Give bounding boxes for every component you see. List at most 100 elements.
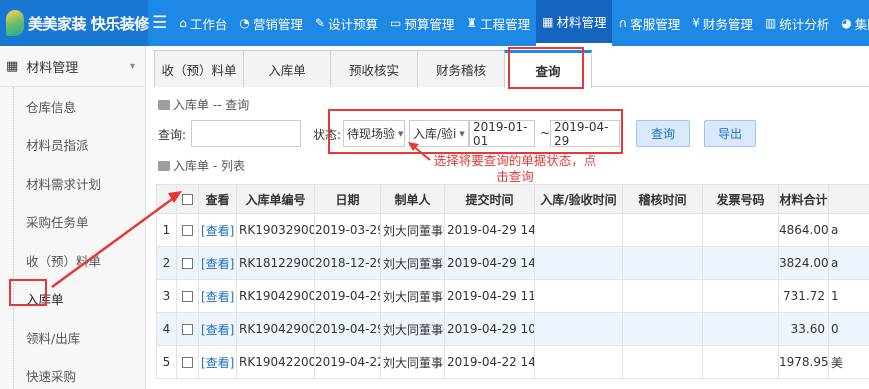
tab-2[interactable]: 入库单 (243, 50, 331, 87)
nav-item-label: 工作台 (189, 16, 228, 32)
table-row: 3 [查看]RK19042900032019-04-29刘大同董事长2019-04… (156, 279, 869, 313)
row-checkbox-cell (176, 246, 199, 280)
sidebar-menu: 仓库信息 材料员指派 材料需求计划 采购任务单 收（预）料单 入库单 领料/出库 快速采购 (0, 87, 145, 389)
view-cell: [查看] (198, 312, 237, 346)
row-checkbox[interactable] (182, 324, 193, 335)
nav-item-label: 营销管理 (252, 16, 303, 32)
maker: 刘大同董事长 (380, 279, 445, 313)
view-cell: [查看] (198, 213, 237, 247)
nav-item-label: 材料管理 (556, 15, 607, 30)
nav-item-4[interactable]: ▭ 预算管理 (384, 0, 460, 46)
column-header-12 (828, 184, 869, 214)
view-cell: [查看] (198, 246, 237, 280)
nav-item-label: 工程管理 (480, 16, 531, 32)
nav-item-8[interactable]: ¥ 财务管理 (686, 0, 759, 46)
sidebar-item-1[interactable]: 仓库信息 (0, 87, 145, 126)
view-link[interactable]: [查看] (201, 224, 234, 238)
table-row: 2 [查看]RK18122900022018-12-29刘大同董事长2019-04… (156, 246, 869, 280)
nav-item-3[interactable]: ✎ 设计预算 (309, 0, 384, 46)
row-checkbox[interactable] (182, 357, 193, 368)
sidebar-item-5[interactable]: 收（预）料单 (0, 241, 145, 280)
bar-chart-icon: ▥ (764, 16, 777, 30)
view-link[interactable]: [查看] (201, 356, 234, 370)
row-checkbox-cell (176, 345, 199, 379)
nav-item-label: 设计预算 (327, 16, 378, 32)
sidebar-item-8[interactable]: 快速采购 (0, 357, 145, 389)
headset-icon: ∩ (618, 16, 628, 30)
column-header-2[interactable] (176, 184, 199, 214)
engineering-icon: ♜ (466, 16, 478, 30)
highlight-box-tab (508, 47, 584, 89)
row-checkbox[interactable] (182, 291, 193, 302)
section-icon (158, 99, 170, 110)
nav-item-label: 客服管理 (630, 16, 681, 32)
view-link[interactable]: [查看] (201, 257, 234, 271)
receive-time (534, 279, 623, 313)
query-label: 查询: (158, 128, 187, 142)
nav-item-7[interactable]: ∩ 客服管理 (612, 0, 686, 46)
row-checkbox-cell (176, 312, 199, 346)
submit-time: 2019-04-29 10:58 (444, 312, 535, 346)
row-checkbox[interactable] (182, 225, 193, 236)
material-total: 4864.00 (778, 213, 829, 247)
receipt-code: RK1904290003 (236, 279, 315, 313)
chat-icon: ◔ (239, 16, 250, 30)
tab-1[interactable]: 收（预）料单 (154, 50, 244, 87)
hamburger-menu-icon[interactable]: ☰ (152, 13, 167, 33)
submit-time: 2019-04-29 14:45 (444, 213, 535, 247)
nav-item-1[interactable]: ⌂ 工作台 (173, 0, 233, 46)
sidebar-group-header[interactable]: ▦ 材料管理 ▾ (0, 46, 145, 87)
home-icon: ⌂ (179, 16, 187, 30)
select-all-checkbox[interactable] (182, 194, 193, 205)
search-button[interactable]: 查询 (636, 120, 690, 147)
nav-item-label: 财务管理 (702, 16, 753, 32)
tab-4[interactable]: 财务稽核 (417, 50, 505, 87)
row-checkbox-cell (176, 213, 199, 247)
row-checkbox[interactable] (182, 258, 193, 269)
list-section-title: 入库单 - 列表 (158, 157, 245, 174)
receipt-code: RK1904220002 (236, 345, 315, 379)
main-nav: ⌂ 工作台 ◔ 营销管理 ✎ 设计预算 ▭ 预算管理 ♜ 工程管理 ▦ 材料管理 ∩ 客服管理 ¥ 财务管理 ▥… (173, 0, 869, 46)
receive-time (534, 213, 623, 247)
sidebar: ▦ 材料管理 ▾ 仓库信息 材料员指派 材料需求计划 采购任务单 收（预）料单 入库单 领料… (0, 46, 146, 389)
table-header-row: 查看 入库单编号 日期 制单人 提交时间 入库/验收时间 稽核时间 发票号码 材料合计 (156, 184, 869, 214)
nav-item-label: 统计分析 (779, 16, 830, 32)
annotation-text: 选择将要查询的单据状态，点击查询 (433, 153, 597, 184)
sidebar-item-label: 材料员指派 (26, 138, 89, 154)
invoice-number (702, 345, 779, 379)
sidebar-item-4[interactable]: 采购任务单 (0, 203, 145, 242)
receive-time (534, 345, 623, 379)
monitor-icon: ▭ (389, 16, 402, 30)
sidebar-item-3[interactable]: 材料需求计划 (0, 164, 145, 203)
nav-item-10[interactable]: ◕集团 (835, 0, 869, 46)
sidebar-item-label: 收（预）料单 (26, 253, 102, 269)
column-header-1 (156, 184, 177, 214)
nav-item-5[interactable]: ♜ 工程管理 (460, 0, 536, 46)
column-header-11: 材料合计 (778, 184, 829, 214)
query-input[interactable] (191, 120, 301, 147)
column-header-9: 稽核时间 (622, 184, 703, 214)
material-total: 33.60 (778, 312, 829, 346)
receive-time (534, 246, 623, 280)
receipt-code: RK1903290003 (236, 213, 315, 247)
edit-icon: ✎ (314, 16, 325, 30)
column-header-5: 日期 (314, 184, 381, 214)
nav-item-2[interactable]: ◔ 营销管理 (233, 0, 309, 46)
column-header-6: 制单人 (380, 184, 445, 214)
table-body: 1[查看]RK19032900032019-03-29刘大同董事长2019-04… (156, 213, 869, 379)
tab-3[interactable]: 预收核实 (330, 50, 418, 87)
column-header-10: 发票号码 (702, 184, 779, 214)
nav-item-9[interactable]: ▥ 统计分析 (759, 0, 835, 46)
receipt-code: RK1904290002 (236, 312, 315, 346)
view-link[interactable]: [查看] (201, 323, 234, 337)
view-link[interactable]: [查看] (201, 290, 234, 304)
sidebar-item-2[interactable]: 材料员指派 (0, 126, 145, 165)
export-button[interactable]: 导出 (704, 120, 756, 147)
row-index: 3 (156, 279, 177, 313)
app-logo[interactable]: 美美家装 快乐装修 (0, 0, 149, 46)
audit-time (622, 246, 703, 280)
sidebar-item-label: 采购任务单 (26, 215, 89, 231)
nav-item-6[interactable]: ▦ 材料管理 (536, 0, 613, 46)
sidebar-item-7[interactable]: 领料/出库 (0, 318, 145, 357)
query-section-title: 入库单 -- 查询 (158, 96, 249, 113)
